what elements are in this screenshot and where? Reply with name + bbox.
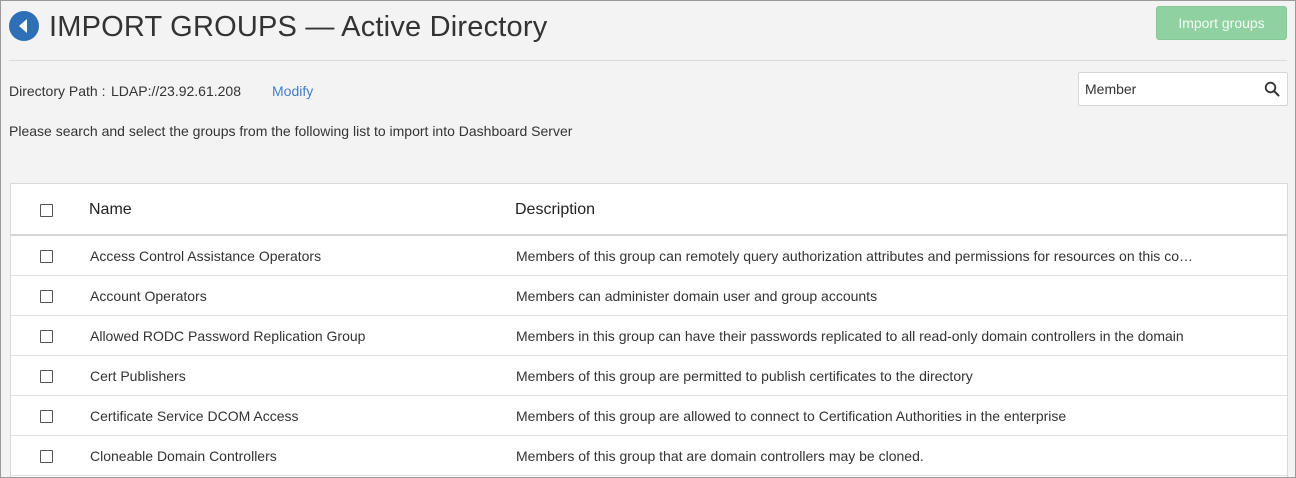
back-arrow-icon <box>19 19 27 33</box>
table-row[interactable]: Cert Publishers Members of this group ar… <box>11 356 1287 396</box>
search-box <box>1078 72 1288 106</box>
group-name: Access Control Assistance Operators <box>90 248 322 264</box>
group-name: Certificate Service DCOM Access <box>90 408 299 424</box>
search-input[interactable] <box>1079 73 1259 105</box>
table-row[interactable]: Access Control Assistance Operators Memb… <box>11 236 1287 276</box>
group-name: Cloneable Domain Controllers <box>90 448 277 464</box>
back-button[interactable] <box>9 11 39 41</box>
column-header-description[interactable]: Description <box>515 200 1210 220</box>
group-description: Members of this group can remotely query… <box>516 248 1193 264</box>
row-checkbox[interactable] <box>40 370 53 383</box>
group-description: Members of this group are allowed to con… <box>516 408 1067 424</box>
table-header: Name Description <box>11 184 1287 236</box>
import-groups-button[interactable]: Import groups <box>1156 6 1287 40</box>
select-all-checkbox[interactable] <box>40 204 53 217</box>
table-row[interactable]: Certificate Service DCOM Access Members … <box>11 396 1287 436</box>
group-name: Allowed RODC Password Replication Group <box>90 328 366 344</box>
row-checkbox[interactable] <box>40 330 53 343</box>
directory-path-label: Directory Path : <box>9 83 106 99</box>
groups-table: Name Description Access Control Assistan… <box>10 183 1288 477</box>
table-row[interactable]: Cloneable Domain Controllers Members of … <box>11 436 1287 476</box>
search-icon[interactable] <box>1264 81 1280 97</box>
row-checkbox[interactable] <box>40 410 53 423</box>
row-checkbox[interactable] <box>40 450 53 463</box>
modify-link[interactable]: Modify <box>272 81 313 101</box>
import-groups-window: IMPORT GROUPS — Active Directory Import … <box>0 0 1296 478</box>
instructions-text: Please search and select the groups from… <box>9 123 573 139</box>
row-checkbox[interactable] <box>40 250 53 263</box>
column-header-name[interactable]: Name <box>89 200 489 220</box>
group-name: Account Operators <box>90 288 207 304</box>
table-row[interactable]: Account Operators Members can administer… <box>11 276 1287 316</box>
directory-path-value: LDAP://23.92.61.208 <box>111 83 241 99</box>
row-checkbox[interactable] <box>40 290 53 303</box>
group-description: Members of this group that are domain co… <box>516 448 924 464</box>
page-title: IMPORT GROUPS — Active Directory <box>49 11 548 43</box>
group-description: Members can administer domain user and g… <box>516 288 878 304</box>
group-description: Members of this group are permitted to p… <box>516 368 973 384</box>
page-header: IMPORT GROUPS — Active Directory Import … <box>9 6 1287 61</box>
table-row[interactable]: Allowed RODC Password Replication Group … <box>11 316 1287 356</box>
group-name: Cert Publishers <box>90 368 186 384</box>
group-description: Members in this group can have their pas… <box>516 328 1184 344</box>
